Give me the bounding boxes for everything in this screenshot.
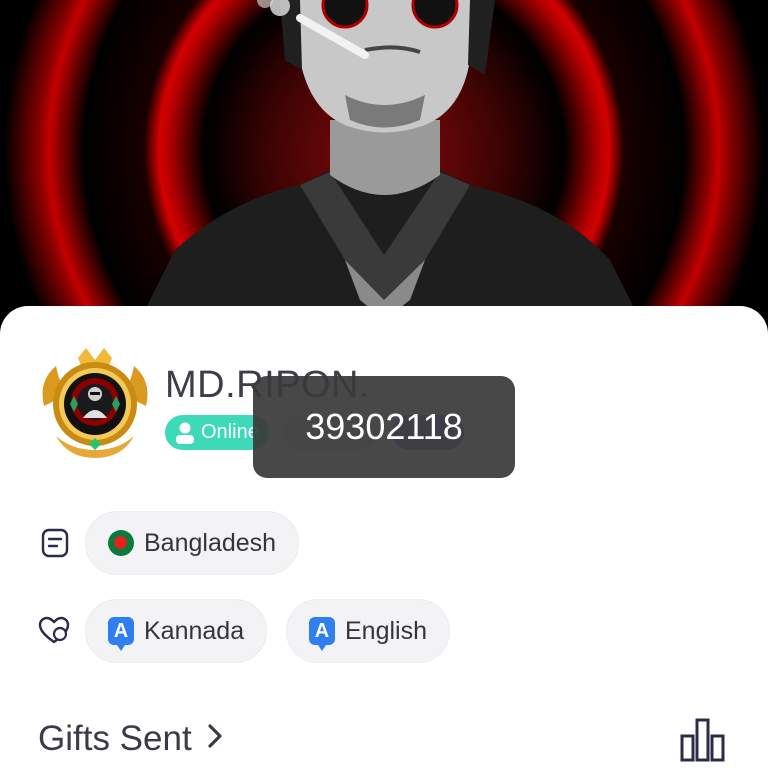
language-icon-glyph: A: [113, 619, 129, 642]
person-icon: [175, 422, 195, 444]
gifts-sent-header[interactable]: Gifts Sent: [38, 719, 224, 759]
language-chip-english[interactable]: A English: [286, 599, 450, 663]
language-icon-glyph: A: [314, 619, 330, 642]
country-chip[interactable]: Bangladesh: [85, 511, 300, 575]
id-copied-toast: 39302118: [253, 376, 515, 478]
language-label: English: [345, 616, 427, 645]
language-label: Kannada: [144, 616, 245, 645]
heart-chat-icon: [38, 616, 70, 646]
country-label: Bangladesh: [144, 528, 277, 557]
cover-illustration: [130, 0, 650, 340]
language-icon: A: [108, 617, 134, 651]
language-chip-kannada[interactable]: A Kannada: [85, 599, 268, 663]
bar-chart-icon[interactable]: [678, 714, 728, 764]
bangladesh-flag-icon: [108, 530, 134, 556]
avatar-frame-icon: [42, 348, 148, 458]
cover-image: [0, 0, 768, 340]
document-icon: [40, 528, 70, 558]
avatar[interactable]: [38, 346, 152, 460]
toast-text: 39302118: [305, 406, 463, 447]
online-status-label: Online: [201, 421, 259, 443]
chevron-right-icon: [206, 721, 224, 758]
language-icon: A: [309, 617, 335, 651]
gifts-sent-title: Gifts Sent: [38, 719, 192, 758]
